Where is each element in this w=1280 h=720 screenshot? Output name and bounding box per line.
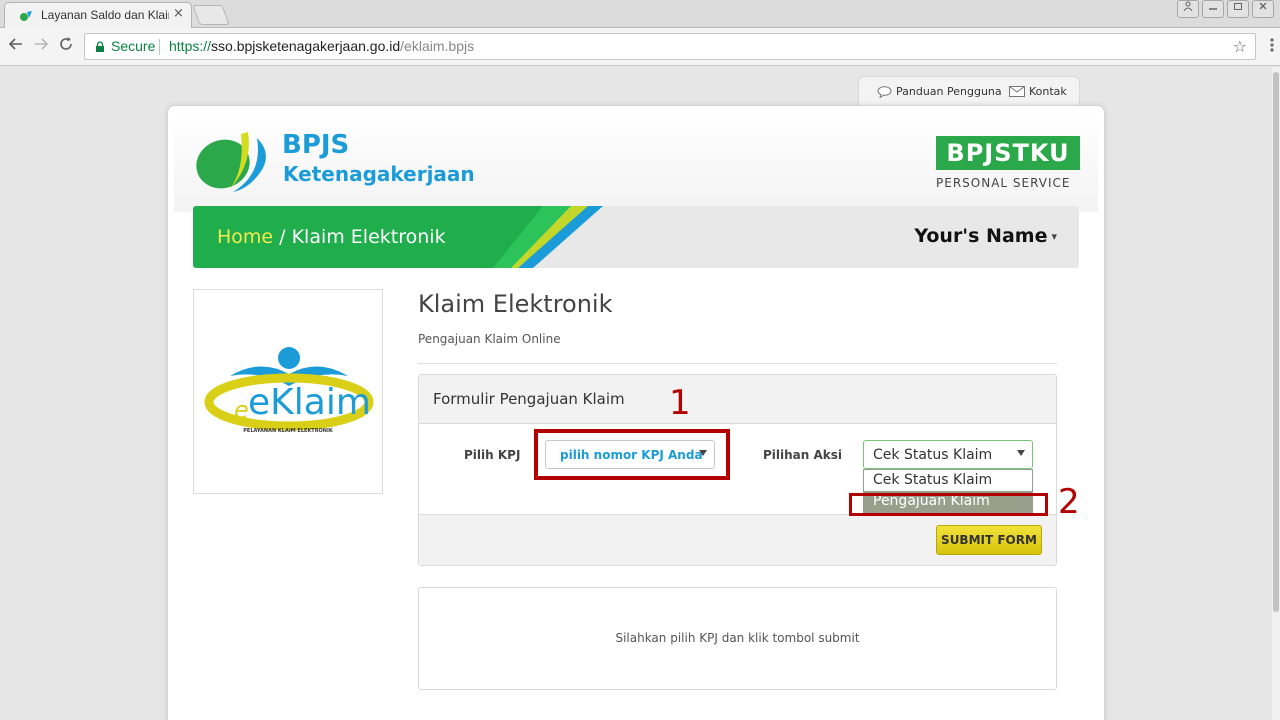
minimize-icon[interactable]	[1202, 0, 1224, 18]
title-divider	[418, 363, 1057, 364]
aksi-label: Pilihan Aksi	[763, 448, 843, 462]
back-icon[interactable]	[8, 36, 24, 52]
eklaim-label: eKlaim	[248, 382, 371, 423]
user-menu[interactable]: Your's Name ▾	[914, 225, 1057, 247]
contact-link[interactable]: Kontak	[1009, 85, 1067, 98]
tab-title: Layanan Saldo dan Klaim	[41, 8, 169, 22]
page-subtitle: Pengajuan Klaim Online	[418, 332, 561, 346]
brand-name: BPJS	[282, 130, 350, 160]
caret-down-icon: ▾	[1051, 230, 1057, 243]
maximize-icon[interactable]	[1227, 0, 1249, 18]
breadcrumb-separator: /	[273, 226, 292, 248]
reload-icon[interactable]	[58, 36, 74, 52]
browser-tab[interactable]: Layanan Saldo dan Klaim ×	[4, 2, 192, 28]
result-panel: Silahkan pilih KPJ dan klik tombol submi…	[418, 587, 1057, 690]
address-bar[interactable]: Secure https://sso.bpjsketenagakerjaan.g…	[84, 33, 1256, 60]
aksi-select-value: Cek Status Klaim	[873, 447, 993, 463]
window-controls	[1177, 0, 1274, 20]
new-tab-button[interactable]	[192, 5, 230, 25]
url-host: sso.bpjsketenagakerjaan.go.id	[211, 38, 401, 54]
lock-icon	[96, 41, 104, 52]
bpjstku-label: BPJSTKU	[936, 136, 1080, 170]
breadcrumb-home-link[interactable]: Home	[217, 226, 273, 248]
main-card: BPJS Ketenagakerjaan BPJSTKU PERSONAL SE…	[167, 105, 1105, 720]
forward-icon[interactable]	[33, 36, 49, 52]
eklaim-subtitle: PELAYANAN KLAIM ELEKTRONIK	[243, 428, 333, 434]
page-scrollbar[interactable]	[1272, 67, 1280, 720]
annotation-number-2: 2	[1058, 482, 1080, 522]
guide-link[interactable]: Panduan Pengguna	[877, 85, 1002, 98]
result-message: Silahkan pilih KPJ dan klik tombol submi…	[615, 631, 860, 645]
speech-bubble-icon	[877, 85, 892, 98]
aksi-select[interactable]: Cek Status Klaim	[863, 440, 1033, 469]
url-scheme: https://	[169, 38, 212, 54]
submit-form-button[interactable]: SUBMIT FORM	[936, 525, 1042, 555]
bpjstku-logo: BPJSTKU	[936, 136, 1080, 172]
mail-icon	[1009, 86, 1025, 97]
bpjs-logo-icon	[196, 132, 266, 192]
omnibox-separator	[159, 39, 160, 55]
page-title: Klaim Elektronik	[418, 290, 613, 318]
form-header: Formulir Pengajuan Klaim	[419, 375, 1056, 424]
breadcrumb-current: Klaim Elektronik	[291, 226, 446, 248]
scrollbar-thumb[interactable]	[1273, 72, 1279, 612]
url-text[interactable]: https://sso.bpjsketenagakerjaan.go.id/ek…	[169, 38, 474, 54]
browser-tabstrip: Layanan Saldo dan Klaim ×	[0, 0, 1280, 28]
svg-text:e: e	[234, 396, 249, 424]
contact-label: Kontak	[1029, 85, 1067, 98]
menu-icon[interactable]	[1270, 37, 1274, 53]
eklaim-logo-box: e eKlaim PELAYANAN KLAIM ELEKTRONIK	[193, 289, 383, 494]
option-cek-status[interactable]: Cek Status Klaim	[864, 470, 1032, 491]
browser-toolbar: Secure https://sso.bpjsketenagakerjaan.g…	[0, 28, 1280, 66]
url-path: /eklaim.bpjs	[400, 38, 475, 54]
form-title: Formulir Pengajuan Klaim	[433, 390, 625, 408]
favicon-icon	[20, 11, 32, 21]
user-name: Your's Name	[914, 225, 1048, 247]
secure-label: Secure	[111, 38, 156, 54]
kpj-label: Pilih KPJ	[464, 448, 521, 462]
bookmark-star-icon[interactable]: ☆	[1233, 37, 1247, 56]
claim-form-panel: Formulir Pengajuan Klaim Pilih KPJ pilih…	[418, 374, 1057, 566]
annotation-box-pengajuan	[849, 493, 1048, 516]
bpjstku-subtitle: PERSONAL SERVICE	[936, 176, 1071, 190]
user-icon[interactable]	[1177, 0, 1199, 18]
brand-subtitle: Ketenagakerjaan	[283, 162, 475, 186]
close-window-icon[interactable]	[1252, 0, 1274, 18]
breadcrumb-bar: Home / Klaim Elektronik Your's Name ▾	[193, 206, 1079, 268]
breadcrumb: Home / Klaim Elektronik	[217, 226, 446, 248]
form-footer: SUBMIT FORM	[419, 514, 1056, 565]
dropdown-arrow-icon	[1017, 450, 1025, 456]
utility-links: Panduan Pengguna Kontak	[858, 76, 1080, 108]
guide-label: Panduan Pengguna	[896, 85, 1002, 98]
annotation-box-kpj	[534, 429, 730, 480]
annotation-number-1: 1	[669, 383, 691, 423]
tab-close-icon[interactable]: ×	[173, 6, 184, 21]
